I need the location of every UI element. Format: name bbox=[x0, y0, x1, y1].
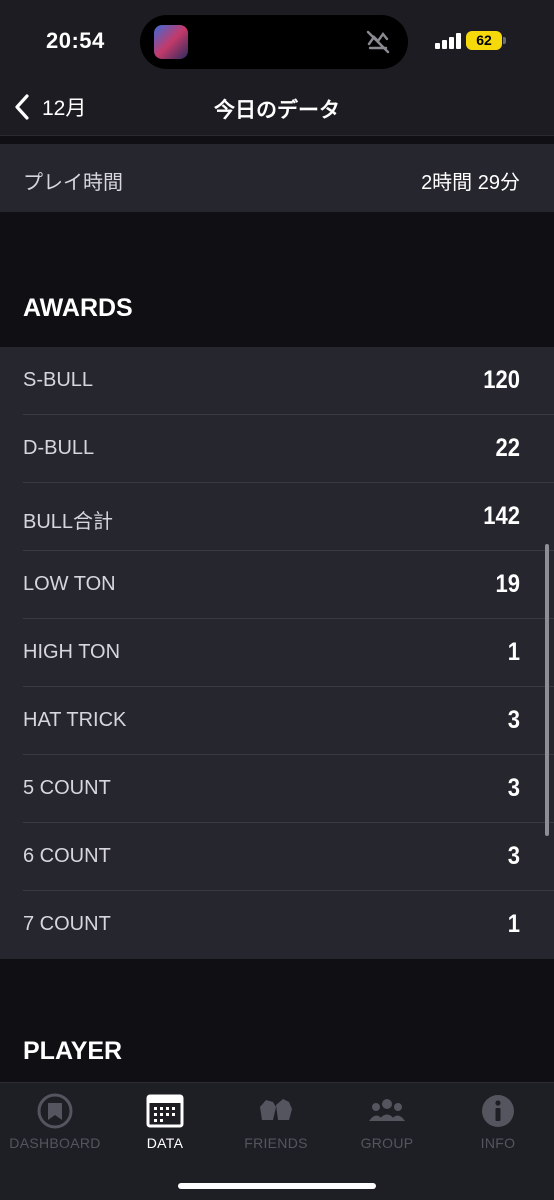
award-label: D-BULL bbox=[23, 437, 95, 459]
award-row: HAT TRICK 3 bbox=[0, 687, 554, 755]
tab-label: DASHBOARD bbox=[9, 1135, 101, 1151]
dashboard-icon bbox=[37, 1093, 73, 1129]
award-value: 3 bbox=[507, 705, 520, 734]
award-label: S-BULL bbox=[23, 369, 94, 391]
award-value: 1 bbox=[507, 909, 520, 938]
play-time-value: 2時間 29分 bbox=[421, 172, 520, 194]
award-label: 6 COUNT bbox=[23, 845, 111, 867]
navigation-bar: 12月 今日のデータ bbox=[0, 80, 554, 136]
tab-group[interactable]: GROUP bbox=[332, 1093, 442, 1151]
home-indicator[interactable] bbox=[178, 1183, 376, 1189]
tab-label: GROUP bbox=[360, 1135, 414, 1151]
tab-label: FRIENDS bbox=[244, 1135, 308, 1151]
status-time: 20:54 bbox=[46, 28, 105, 53]
play-time-row: プレイ時間 2時間 29分 bbox=[0, 144, 554, 212]
award-value: 3 bbox=[507, 773, 520, 802]
dynamic-island bbox=[140, 15, 408, 69]
player-title: PLAYER bbox=[23, 1037, 123, 1065]
signal-icon bbox=[435, 33, 461, 49]
battery-icon: 62 bbox=[466, 31, 506, 50]
scroll-indicator[interactable] bbox=[545, 544, 549, 836]
award-row: BULL合計 142 bbox=[0, 483, 554, 551]
award-row: S-BULL 120 bbox=[0, 347, 554, 415]
status-bar: 20:54 62 bbox=[0, 0, 554, 80]
award-label: BULL合計 bbox=[23, 511, 114, 533]
tab-data[interactable]: DATA bbox=[110, 1093, 220, 1151]
award-row: 5 COUNT 3 bbox=[0, 755, 554, 823]
award-value: 3 bbox=[507, 841, 520, 870]
player-section-header: PLAYER bbox=[0, 959, 554, 1082]
award-value: 142 bbox=[483, 501, 520, 530]
award-label: 5 COUNT bbox=[23, 777, 111, 799]
info-icon bbox=[482, 1095, 514, 1127]
awards-title: AWARDS bbox=[23, 294, 133, 322]
award-row: LOW TON 19 bbox=[0, 551, 554, 619]
award-row: HIGH TON 1 bbox=[0, 619, 554, 687]
award-label: 7 COUNT bbox=[23, 913, 111, 935]
award-value: 1 bbox=[507, 637, 520, 666]
award-label: LOW TON bbox=[23, 573, 116, 595]
award-label: HIGH TON bbox=[23, 641, 121, 663]
award-row: 7 COUNT 1 bbox=[0, 891, 554, 959]
calendar-icon bbox=[146, 1094, 184, 1128]
tab-info[interactable]: INFO bbox=[443, 1093, 553, 1151]
play-time-label: プレイ時間 bbox=[23, 172, 123, 194]
tab-label: INFO bbox=[480, 1135, 516, 1151]
awards-section-header: AWARDS bbox=[0, 212, 554, 347]
award-value: 120 bbox=[483, 365, 520, 394]
now-playing-artwork bbox=[154, 25, 188, 59]
award-row: 6 COUNT 3 bbox=[0, 823, 554, 891]
award-value: 19 bbox=[495, 569, 520, 598]
award-value: 22 bbox=[495, 433, 520, 462]
page-title: 今日のデータ bbox=[214, 99, 340, 122]
silent-mode-icon bbox=[366, 30, 390, 54]
tab-label: DATA bbox=[146, 1135, 184, 1151]
group-icon bbox=[369, 1099, 405, 1121]
award-label: HAT TRICK bbox=[23, 709, 127, 731]
friends-icon bbox=[260, 1099, 292, 1120]
tab-friends[interactable]: FRIENDS bbox=[221, 1093, 331, 1151]
award-row: D-BULL 22 bbox=[0, 415, 554, 483]
tab-dashboard[interactable]: DASHBOARD bbox=[0, 1093, 110, 1151]
